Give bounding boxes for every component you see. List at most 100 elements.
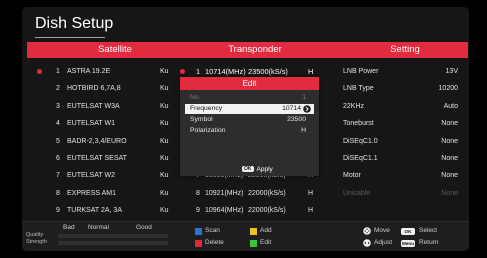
satellite-band: Ku [160, 85, 169, 93]
edit-field-frequency[interactable]: Frequency 10714 [185, 104, 314, 114]
satellite-name: EXPRESS AM1 [67, 189, 117, 197]
column-header-bar: Satellite Transponder Setting [27, 42, 468, 58]
scan-key-label: Scan [205, 227, 220, 234]
setting-value: None [441, 137, 458, 145]
select-hint-label: Select [419, 227, 438, 234]
setting-row-motor[interactable]: Motor None [333, 167, 461, 184]
tab-setting[interactable]: Setting [355, 42, 455, 58]
satellite-row[interactable]: 4 EUTELSAT W1 Ku [27, 115, 177, 132]
satellite-band: Ku [160, 154, 169, 162]
selected-indicator-dot [37, 69, 42, 74]
satellite-number: 3 [56, 102, 60, 110]
satellite-name: HOTBIRD 6,7A,8 [67, 85, 121, 93]
satellite-row[interactable]: 8 EXPRESS AM1 Ku [27, 185, 177, 202]
satellite-name: BADR-2,3,4/EURO [67, 137, 127, 145]
title-underline [35, 37, 105, 38]
setting-value: Auto [443, 102, 458, 110]
edit-field-value[interactable]: 23500 [287, 115, 306, 125]
satellite-row[interactable]: 5 BADR-2,3,4/EURO Ku [27, 133, 177, 150]
satellite-name: TURKSAT 2A, 3A [67, 207, 122, 215]
edit-field-polarization[interactable]: Polarization H [185, 126, 314, 136]
setting-row-diseqc10[interactable]: DiSEqC1.0 None [333, 133, 461, 150]
setting-value: None [441, 172, 458, 180]
transponder-row[interactable]: 8 10921(MHz) 22000(kS/s) H [178, 185, 330, 202]
setting-label: LNB Type [343, 85, 374, 93]
setting-value: None [441, 189, 458, 197]
satellite-row[interactable]: 3 EUTELSAT W3A Ku [27, 98, 177, 115]
edit-field-label: Symbol [190, 116, 213, 123]
blue-key-icon [195, 228, 202, 235]
setting-label: Toneburst [343, 120, 374, 128]
satellite-row[interactable]: 9 TURKSAT 2A, 3A Ku [27, 202, 177, 219]
apply-label: Apply [256, 166, 273, 173]
page-title: Dish Setup [35, 15, 114, 32]
setting-label: Motor [343, 172, 361, 180]
edit-key-label: Edit [260, 239, 272, 246]
dpad-adjust-icon [363, 239, 371, 247]
satellite-number: 1 [56, 68, 60, 75]
edit-dialog-title: Edit [180, 77, 319, 90]
strength-bar [58, 241, 168, 245]
delete-key-label: Delete [205, 239, 224, 246]
satellite-band: Ku [160, 207, 169, 215]
transponder-row[interactable]: 9 10964(MHz) 22000(kS/s) H [178, 202, 330, 219]
satellite-row[interactable]: 2 HOTBIRD 6,7A,8 Ku [27, 80, 177, 97]
setting-row-unicable: Unicable None [333, 185, 461, 202]
setting-label: Unicable [343, 189, 371, 197]
quality-label: Quality [26, 232, 44, 238]
selected-indicator-dot [180, 69, 185, 74]
setting-label: 22KHz [343, 102, 365, 110]
red-key-icon [195, 240, 202, 247]
tab-transponder[interactable]: Transponder [205, 42, 305, 58]
signal-scale-good: Good [136, 224, 152, 231]
satellite-band: Ku [160, 172, 169, 180]
setting-row-toneburst[interactable]: Toneburst None [333, 115, 461, 132]
satellite-number: 2 [56, 85, 60, 93]
edit-field-symbol[interactable]: Symbol 23500 [185, 115, 314, 125]
satellite-band: Ku [160, 68, 169, 75]
edit-field-number: No. 1 [185, 93, 314, 103]
arrow-right-circle-icon[interactable] [303, 105, 311, 113]
satellite-band: Ku [160, 189, 169, 197]
move-hint-label: Move [374, 227, 390, 234]
transponder-number: 9 [196, 207, 200, 215]
edit-dialog: Edit No. 1 Frequency 10714 Symbol 23500 … [180, 77, 319, 176]
satellite-number: 7 [56, 172, 60, 180]
ok-key-badge: OK [401, 228, 415, 235]
signal-scale-normal: Normal [88, 224, 109, 231]
edit-field-value[interactable]: 10714 [282, 104, 301, 114]
transponder-symbol-rate: 22000(kS/s) [248, 207, 286, 215]
transponder-frequency: 10964(MHz) [205, 207, 244, 215]
edit-field-value[interactable]: H [301, 126, 306, 136]
satellite-number: 9 [56, 207, 60, 215]
dpad-move-icon [363, 227, 371, 235]
edit-field-label: Frequency [190, 105, 223, 112]
apply-button[interactable]: OK Apply [242, 165, 273, 174]
setting-row-lnb-power[interactable]: LNB Power 13V [333, 63, 461, 80]
satellite-band: Ku [160, 137, 169, 145]
satellite-number: 5 [56, 137, 60, 145]
tab-satellite[interactable]: Satellite [65, 42, 165, 58]
add-key-label: Add [260, 227, 272, 234]
setting-row-lnb-type[interactable]: LNB Type 10200 [333, 80, 461, 97]
setting-value: None [441, 154, 458, 162]
edit-field-label: No. [190, 94, 201, 101]
satellite-band: Ku [160, 120, 169, 128]
satellite-band: Ku [160, 102, 169, 110]
signal-scale-bad: Bad [63, 224, 75, 231]
satellite-row[interactable]: 6 EUTELSAT SESAT Ku [27, 150, 177, 167]
transponder-polarization: H [308, 207, 314, 215]
satellite-row[interactable]: 7 EUTELSAT W2 Ku [27, 167, 177, 184]
transponder-polarization: H [308, 189, 314, 197]
green-key-icon [250, 240, 257, 247]
satellite-name: EUTELSAT W2 [67, 172, 115, 180]
transponder-symbol-rate: 22000(kS/s) [248, 189, 286, 197]
satellite-number: 6 [56, 154, 60, 162]
setting-value: None [441, 120, 458, 128]
setting-label: LNB Power [343, 68, 379, 75]
setting-row-22khz[interactable]: 22KHz Auto [333, 98, 461, 115]
yellow-key-icon [250, 228, 257, 235]
adjust-hint-label: Adjust [374, 239, 393, 246]
satellite-row[interactable]: 1 ASTRA 19.2E Ku [27, 63, 177, 80]
setting-row-diseqc11[interactable]: DiSEqC1.1 None [333, 150, 461, 167]
